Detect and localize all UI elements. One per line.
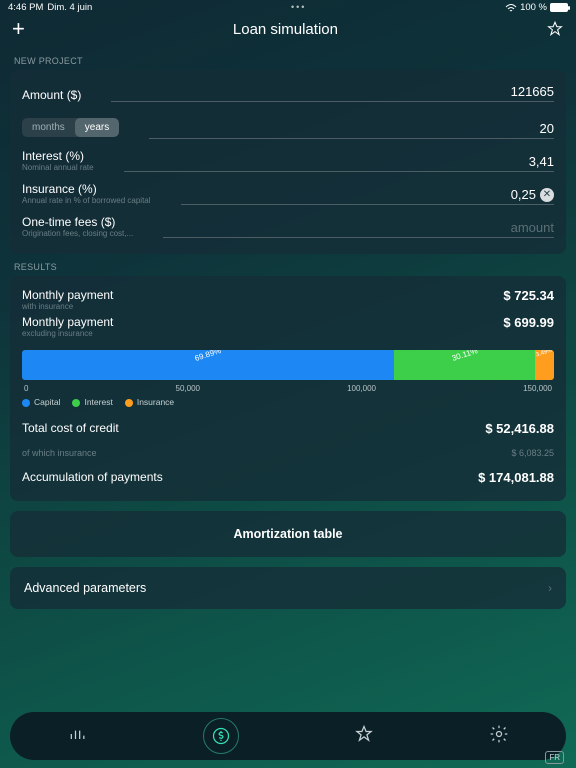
bar-capital: 69.89% — [22, 350, 394, 380]
insurance-label: Insurance (%) — [22, 182, 151, 196]
tab-compare[interactable] — [68, 724, 88, 749]
wifi-icon — [505, 3, 517, 12]
section-new-project: NEW PROJECT — [0, 48, 576, 70]
tab-bar — [10, 712, 566, 760]
chevron-right-icon: › — [548, 581, 552, 595]
legend-interest: Interest — [72, 397, 112, 407]
mp-wo-label: Monthly payment — [22, 315, 113, 329]
duration-unit-segment[interactable]: months years — [22, 118, 119, 137]
seg-years[interactable]: years — [75, 118, 119, 137]
tcc-value: $ 52,416.88 — [485, 421, 554, 436]
advanced-label: Advanced parameters — [24, 581, 146, 595]
legend-capital: Capital — [22, 397, 60, 407]
mp-wo-sub: excluding insurance — [22, 329, 113, 338]
mp-with-sub: with insurance — [22, 302, 113, 311]
interest-input[interactable]: 3,41 — [124, 154, 554, 172]
favorite-button[interactable] — [546, 20, 564, 38]
inputs-card: Amount ($) 121665 months years 20 Intere… — [10, 70, 566, 254]
nav-bar: + Loan simulation — [0, 14, 576, 48]
status-time: 4:46 PM — [8, 2, 43, 13]
fees-input[interactable]: amount — [163, 220, 554, 238]
of-ins-value: $ 6,083.25 — [511, 448, 554, 458]
insurance-sub: Annual rate in % of borrowed capital — [22, 197, 151, 205]
tick: 0 — [24, 384, 28, 393]
accum-value: $ 174,081.88 — [478, 470, 554, 485]
seg-months[interactable]: months — [22, 118, 75, 137]
section-results: RESULTS — [0, 254, 576, 276]
tcc-label: Total cost of credit — [22, 421, 119, 436]
mp-with-label: Monthly payment — [22, 288, 113, 302]
fees-sub: Origination fees, closing cost,... — [22, 230, 133, 238]
add-button[interactable]: + — [12, 18, 25, 40]
tick: 100,000 — [347, 384, 376, 393]
duration-input[interactable]: 20 — [149, 121, 554, 139]
results-card: Monthly paymentwith insurance $ 725.34 M… — [10, 276, 566, 501]
status-date: Dim. 4 juin — [47, 2, 92, 13]
mp-wo-value: $ 699.99 — [503, 315, 554, 330]
battery-icon — [550, 3, 568, 12]
tick: 150,000 — [523, 384, 552, 393]
clear-insurance-icon[interactable]: ✕ — [540, 188, 554, 202]
tick: 50,000 — [176, 384, 200, 393]
mp-with-value: $ 725.34 — [503, 288, 554, 303]
of-ins-label: of which insurance — [22, 448, 97, 458]
multitask-dots: ••• — [291, 2, 306, 12]
fees-label: One-time fees ($) — [22, 215, 133, 229]
amount-input[interactable]: 121665 — [111, 84, 554, 102]
amortization-button[interactable]: Amortization table — [10, 511, 566, 557]
tab-settings[interactable] — [489, 724, 509, 749]
interest-label: Interest (%) — [22, 149, 94, 163]
accum-label: Accumulation of payments — [22, 470, 163, 485]
amount-label: Amount ($) — [22, 88, 81, 102]
battery-percent: 100 % — [520, 2, 547, 13]
page-title: Loan simulation — [233, 21, 338, 38]
status-bar: 4:46 PM Dim. 4 juin ••• 100 % — [0, 0, 576, 14]
legend-insurance: Insurance — [125, 397, 174, 407]
tab-favorites[interactable] — [354, 724, 374, 749]
insurance-input[interactable]: 0,25 — [181, 187, 554, 205]
breakdown-chart: 69.89% 30.11% 3.49% 0 50,000 100,000 150… — [22, 350, 554, 407]
advanced-params-button[interactable]: Advanced parameters › — [10, 567, 566, 609]
bar-interest: 30.11% — [394, 350, 536, 380]
bar-insurance: 3.49% — [535, 350, 554, 380]
interest-sub: Nominal annual rate — [22, 164, 94, 172]
locale-badge[interactable]: FR — [545, 751, 564, 764]
tab-loan[interactable] — [203, 718, 239, 754]
